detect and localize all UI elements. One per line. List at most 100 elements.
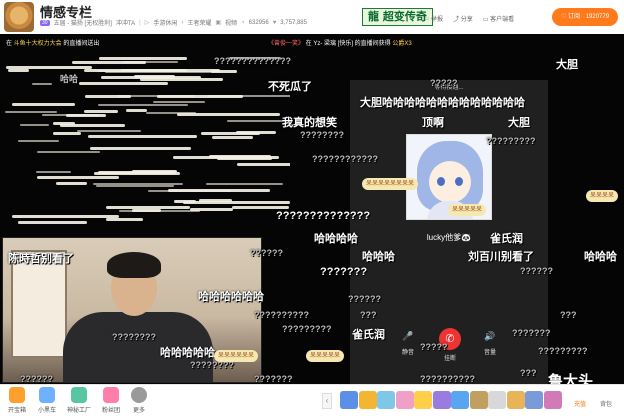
treasure-box-button[interactable]: 开宝箱 <box>0 387 34 414</box>
gift-icon[interactable] <box>377 391 395 409</box>
broadcast-notice: 在 斗鱼十大权力大会 的直播间送出 《曾俊一笑》 在 Yz- 梁璃 [快乐] 的… <box>0 36 624 48</box>
danmaku-item: 陈時哲别看了 <box>8 253 74 265</box>
subscribe-button[interactable]: ♡ 订阅 1920779 <box>552 8 618 26</box>
gift-icon[interactable] <box>451 391 469 409</box>
divider: | <box>139 19 141 26</box>
monitor-icon: ▭ <box>482 17 491 23</box>
streamer-avatar[interactable] <box>4 2 34 32</box>
danmaku-badge: 呆呆呆呆呆呆呆呆 <box>362 178 419 190</box>
danmaku-item: ?????? <box>520 266 553 276</box>
danmaku-item: ????? <box>420 342 448 352</box>
factory-icon <box>71 387 87 403</box>
speaker-icon: 🔊 <box>484 331 496 341</box>
report-button[interactable]: ⚐ 举报 <box>424 14 443 23</box>
gift-icon[interactable] <box>432 391 451 409</box>
room-header: 情感专栏 30 五届 - 猫扬 [无权胜利] 冲冲TA | ▷ 手游休闲 › 王… <box>0 0 624 34</box>
streamer-hair <box>107 252 161 278</box>
heat-count: 632956 <box>248 19 269 26</box>
backpack-button[interactable]: 背包 <box>594 399 618 408</box>
gift-icon[interactable] <box>340 391 358 409</box>
danmaku-item: ??????? <box>254 374 293 384</box>
danmaku-item: 我真的想笑 <box>282 117 337 129</box>
heat-icon: ◔ <box>241 19 245 26</box>
room-category[interactable]: 五届 - 猫扬 [无权胜利] <box>54 18 112 27</box>
factory-button[interactable]: 神秘工厂 <box>62 387 96 414</box>
danmaku-item: 大胆哈哈哈哈哈哈哈哈哈哈哈哈哈 <box>360 97 525 109</box>
fan-club-icon <box>103 387 119 403</box>
firework-effect <box>0 56 290 256</box>
recharge-button[interactable]: 充值 <box>568 399 592 408</box>
danmaku-item: 顶啊 <box>422 117 444 129</box>
danmaku-item: 哈哈哈 <box>362 251 395 263</box>
danmaku-badge: 呆呆呆呆呆呆 <box>214 350 259 362</box>
more-icon <box>131 387 147 403</box>
share-button[interactable]: ⤴ 分享 <box>453 14 473 23</box>
room-meta: 30 五届 - 猫扬 [无权胜利] 冲冲TA | ▷ 手游休闲 › 王者荣耀 ▣… <box>40 18 307 27</box>
danmaku-item: ????????? <box>538 346 588 356</box>
gift-icon[interactable] <box>414 391 432 409</box>
client-button[interactable]: ▭ 客户端看 <box>483 14 514 23</box>
share-icon: ⤴ <box>453 17 461 23</box>
report-icon: ⚐ <box>424 17 432 23</box>
danmaku-item: ?????????????? <box>276 210 371 222</box>
car-button[interactable]: 小黑车 <box>30 387 64 414</box>
danmaku-item: 哈哈 <box>60 74 79 84</box>
danmaku-item: ???????? <box>300 130 344 140</box>
gift-icon[interactable] <box>358 391 377 409</box>
gift-icon[interactable] <box>543 391 562 409</box>
danmaku-item: ??????? <box>512 328 551 338</box>
ad-banner[interactable]: 龍 超变传奇 <box>362 8 433 26</box>
danmaku-item: ?????????????? <box>214 56 291 66</box>
danmaku-item: ??? <box>360 310 377 320</box>
microphone-icon: 🎤 <box>402 331 414 341</box>
volume-button[interactable]: 🔊 音量 <box>470 328 510 356</box>
bottom-toolbar: 开宝箱 小黑车 神秘工厂 粉丝团 更多 ‹ 充值 背包 <box>0 384 624 416</box>
danmaku-item: 刘百川别看了 <box>468 251 534 263</box>
danmaku-item: 哈哈哈哈哈 <box>160 347 215 359</box>
play-icon: ▷ <box>144 20 150 26</box>
danmaku-item: 雀氏润 <box>352 329 385 341</box>
gift-icon[interactable] <box>506 391 525 409</box>
danmaku-item: ??? <box>520 368 537 378</box>
header-actions: ⚐ 举报 ⤴ 分享 ▭ 客户端看 <box>424 14 514 23</box>
danmaku-item: ?????? <box>20 374 53 384</box>
chevron-right-icon: › <box>181 19 184 26</box>
danmaku-item: ????? <box>430 78 458 88</box>
danmaku-item: 雀氏润 <box>490 233 523 245</box>
more-button[interactable]: 更多 <box>122 387 156 414</box>
gift-icon[interactable] <box>395 391 414 409</box>
danmaku-item: 哈哈哈哈哈哈 <box>198 291 264 303</box>
tag-game-category[interactable]: 手游休闲 <box>153 18 177 27</box>
danmaku-item: ?????? <box>250 248 283 258</box>
notice-left: 在 斗鱼十大权力大会 的直播间送出 <box>6 41 100 47</box>
danmaku-item: ????????? <box>486 136 536 146</box>
notice-right: 《曾俊一笑》 在 Yz- 梁璃 [快乐] 的直播间获得 公爵X3 <box>268 41 412 47</box>
gift-scroll-left-button[interactable]: ‹ <box>322 393 332 409</box>
gift-icon[interactable] <box>525 391 543 409</box>
video-player[interactable]: 在 斗鱼十大权力大会 的直播间送出 《曾俊一笑》 在 Yz- 梁璃 [快乐] 的… <box>0 34 624 384</box>
tag-game[interactable]: 王者荣耀 <box>187 18 211 27</box>
danmaku-badge: 呆呆呆呆 <box>586 190 619 202</box>
danmaku-item: ?????????? <box>254 310 309 320</box>
danmaku-badge: 呆呆呆呆呆 <box>448 204 487 216</box>
gift-icon[interactable] <box>488 391 506 409</box>
fans-icon: ♥ <box>272 19 277 26</box>
background-door <box>11 250 67 358</box>
danmaku-item: ??? <box>560 310 577 320</box>
danmaku-item: ???????? <box>112 332 156 342</box>
danmaku-item: ??????? <box>320 266 368 278</box>
danmaku-item: 哈哈哈 <box>584 251 617 263</box>
danmaku-badge: 呆呆呆呆呆 <box>306 350 345 362</box>
treasure-icon <box>9 387 25 403</box>
danmaku-item: ???????????? <box>312 154 378 164</box>
danmaku-item: 哈哈哈哈 <box>314 233 358 245</box>
tag-video[interactable]: 视频 <box>225 18 237 27</box>
subscribe-count: 1920779 <box>585 14 610 20</box>
gift-icon[interactable] <box>469 391 488 409</box>
danmaku-item: 大胆 <box>556 59 578 71</box>
streamer-id[interactable]: 冲冲TA <box>116 18 135 27</box>
video-icon: ▣ <box>215 20 222 26</box>
danmaku-item: 不死瓜了 <box>268 81 312 93</box>
fans-count: 3,757,885 <box>280 19 307 26</box>
car-icon <box>39 387 55 403</box>
